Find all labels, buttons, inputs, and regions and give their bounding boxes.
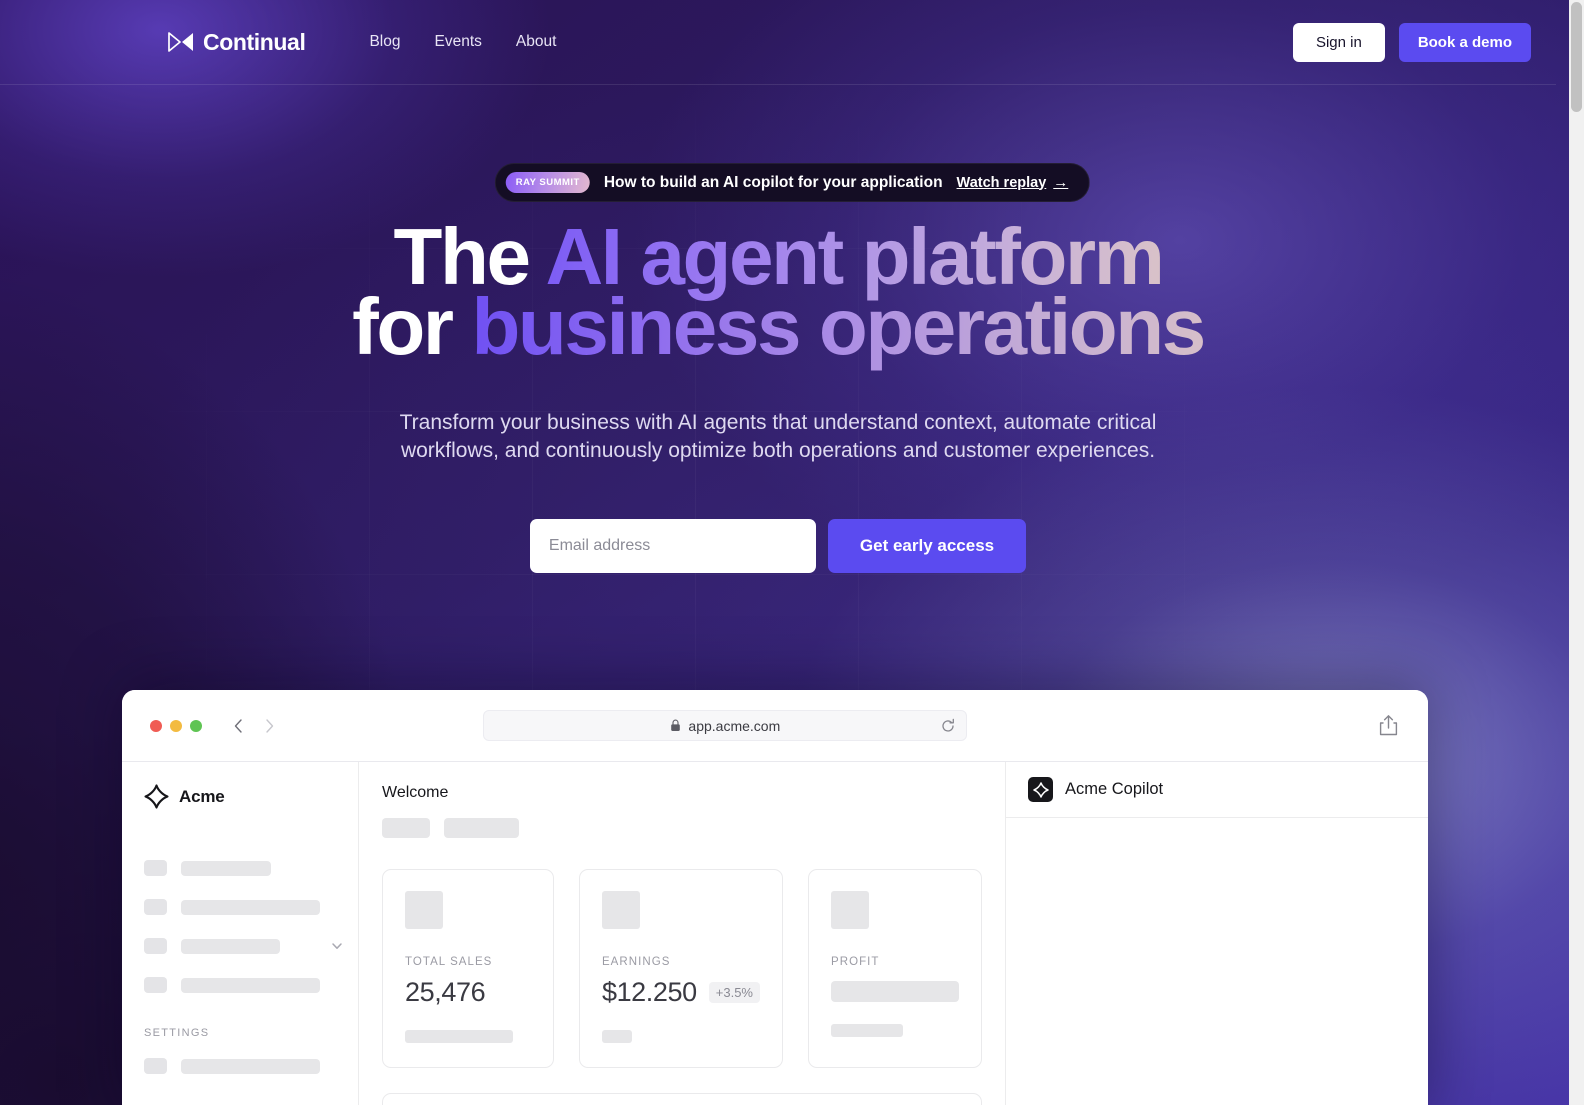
stat-card-profit: PROFIT	[808, 869, 982, 1068]
placeholder-icon	[144, 860, 167, 876]
hero-subheadline-line-1: Transform your business with AI agents t…	[399, 411, 1157, 434]
stat-value-row: 25,476	[405, 977, 531, 1008]
chip-placeholder[interactable]	[444, 818, 519, 838]
nav-item-about[interactable]: About	[514, 27, 559, 57]
stat-value-row	[831, 977, 959, 1002]
stat-footer-placeholder	[601, 1030, 632, 1043]
stat-value: $12.250	[601, 977, 697, 1007]
window-traffic-lights	[150, 719, 202, 732]
sidebar-item-label	[181, 860, 271, 876]
nav-item-blog[interactable]: Blog	[367, 27, 402, 57]
app-brand[interactable]: Acme	[144, 784, 344, 809]
sidebar-item-3[interactable]	[144, 938, 344, 954]
app-sidebar: Acme SETTINGS	[122, 762, 359, 1105]
announcement-badge: RAY SUMMIT	[505, 172, 590, 193]
brand-logo[interactable]: Continual	[168, 28, 306, 56]
app-sidebar-nav	[144, 860, 344, 993]
app-brand-name: Acme	[179, 786, 225, 806]
placeholder-icon	[144, 977, 167, 993]
chevron-right-icon[interactable]	[260, 717, 278, 735]
acme-star-glyph-icon	[1032, 781, 1049, 798]
browser-mockup: app.acme.com Acme SETTINGS Welcome TOTAL…	[122, 690, 1428, 1105]
share-icon[interactable]	[1378, 714, 1399, 737]
stat-footer-placeholder	[405, 1030, 513, 1043]
app-main: Welcome TOTAL SALES 25,476 EARNINGS $12.…	[359, 762, 1005, 1105]
hero-subheadline-line-2: workflows, and continuously optimize bot…	[400, 439, 1156, 462]
stat-footer-placeholder	[831, 1024, 903, 1037]
maximize-window-icon[interactable]	[190, 719, 202, 732]
stat-card-total-sales: TOTAL SALES 25,476	[382, 869, 554, 1068]
page-scrollbar-track[interactable]	[1569, 0, 1584, 1105]
stat-icon-placeholder	[831, 891, 869, 929]
stat-value-placeholder	[831, 981, 959, 1002]
landing-page: Continual Blog Events About Sign in Book…	[0, 0, 1584, 1105]
placeholder-icon	[144, 899, 167, 915]
sidebar-item-label	[181, 899, 320, 915]
sidebar-item-2[interactable]	[144, 899, 344, 915]
sidebar-item-label	[181, 938, 280, 954]
nav-item-events[interactable]: Events	[432, 27, 483, 57]
headline-plain-2: for	[352, 282, 472, 371]
stat-value: 25,476	[405, 977, 486, 1007]
stat-label: PROFIT	[831, 956, 880, 968]
watch-replay-label: Watch replay	[956, 174, 1047, 191]
header-actions: Sign in Book a demo	[1292, 22, 1531, 62]
url-text: app.acme.com	[688, 717, 781, 734]
close-window-icon[interactable]	[150, 719, 162, 732]
sidebar-settings-heading: SETTINGS	[144, 1027, 210, 1039]
app-copilot-panel: Acme Copilot	[1005, 762, 1428, 1105]
bottom-card	[382, 1093, 982, 1105]
stat-label: TOTAL SALES	[405, 956, 493, 968]
sidebar-item-label	[181, 977, 320, 993]
welcome-chips	[382, 818, 982, 838]
headline-line-2: for business operations	[0, 287, 1556, 367]
stat-delta-badge: +3.5%	[708, 982, 760, 1003]
sidebar-item-label	[181, 1058, 320, 1074]
minimize-window-icon[interactable]	[170, 719, 182, 732]
announcement-banner[interactable]: RAY SUMMIT How to build an AI copilot fo…	[494, 163, 1090, 202]
stat-icon-placeholder	[601, 891, 640, 929]
brand-name: Continual	[203, 28, 306, 55]
site-header: Continual Blog Events About Sign in Book…	[0, 0, 1556, 85]
reload-icon[interactable]	[940, 718, 956, 734]
main-nav: Blog Events About	[367, 27, 558, 57]
headline-accent-2: business operations	[471, 282, 1206, 371]
sidebar-settings-item-1[interactable]	[144, 1058, 344, 1074]
sidebar-item-4[interactable]	[144, 977, 344, 993]
acme-star-icon	[1028, 777, 1053, 802]
stat-card-earnings: EARNINGS $12.250 +3.5%	[578, 869, 783, 1068]
app-body: Acme SETTINGS Welcome TOTAL SALES 25,476…	[122, 762, 1428, 1105]
email-input[interactable]	[529, 519, 816, 573]
sign-in-button[interactable]: Sign in	[1292, 22, 1385, 62]
copilot-header: Acme Copilot	[1006, 762, 1428, 818]
hero-subheadline: Transform your business with AI agents t…	[0, 409, 1556, 465]
browser-chrome: app.acme.com	[122, 690, 1428, 762]
chevron-left-icon[interactable]	[230, 717, 248, 735]
placeholder-icon	[144, 938, 167, 954]
announcement-text: How to build an AI copilot for your appl…	[603, 173, 943, 191]
book-demo-button[interactable]: Book a demo	[1398, 22, 1531, 62]
stat-cards-row: TOTAL SALES 25,476 EARNINGS $12.250 +3.5…	[382, 869, 982, 1068]
stat-value-row: $12.250 +3.5%	[602, 977, 760, 1008]
watch-replay-link[interactable]: Watch replay →	[957, 174, 1069, 191]
copilot-title: Acme Copilot	[1065, 780, 1164, 798]
stat-icon-placeholder	[405, 891, 443, 929]
acme-star-icon	[144, 784, 169, 809]
chip-placeholder[interactable]	[382, 818, 430, 838]
sidebar-item-1[interactable]	[144, 860, 344, 876]
arrow-right-icon: →	[1053, 174, 1069, 191]
get-early-access-button[interactable]: Get early access	[827, 519, 1027, 573]
welcome-title: Welcome	[382, 784, 449, 801]
bowtie-logo-icon	[168, 32, 193, 52]
early-access-form: Get early access	[0, 519, 1556, 573]
chevron-down-icon[interactable]	[330, 939, 344, 953]
hero-section: The AI agent platform for business opera…	[0, 217, 1556, 573]
hero-headline: The AI agent platform for business opera…	[0, 217, 1556, 367]
lock-icon	[671, 719, 681, 731]
placeholder-icon	[144, 1058, 167, 1074]
page-scrollbar-thumb[interactable]	[1571, 2, 1582, 112]
stat-label: EARNINGS	[601, 956, 671, 968]
browser-url-bar[interactable]: app.acme.com	[483, 710, 968, 741]
browser-nav-buttons	[230, 717, 278, 735]
